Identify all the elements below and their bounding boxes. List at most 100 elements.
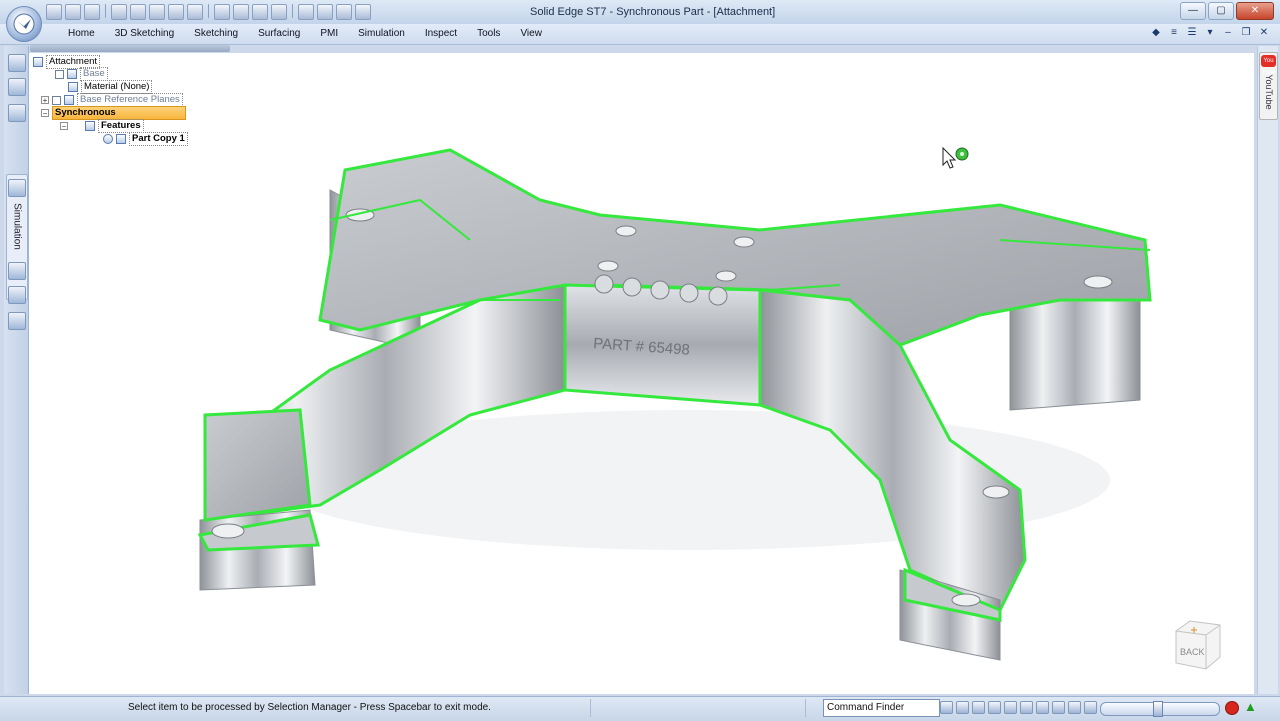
reference-planes-checkbox[interactable] — [52, 95, 61, 105]
tree-item-base[interactable]: Base — [55, 67, 108, 81]
status-divider — [590, 699, 806, 717]
tree-item-synchronous[interactable]: − Synchronous — [41, 106, 186, 120]
sketch-tool-icon[interactable] — [271, 4, 287, 20]
help-diamond-icon[interactable]: ◆ — [1150, 27, 1162, 39]
part-model[interactable]: PART # 65498 — [29, 53, 1254, 694]
tree-item-base-reference-planes[interactable]: + Base Reference Planes — [41, 93, 183, 107]
ribbon: Home 3D Sketching Sketching Surfacing PM… — [0, 24, 1280, 45]
right-tab-bar: You Tube YouTube — [1257, 46, 1278, 694]
doc-close-icon[interactable]: ✕ — [1258, 27, 1270, 39]
window-icon[interactable] — [214, 4, 230, 20]
tree-item-part-copy[interactable]: Part Copy 1 — [103, 132, 188, 146]
layout-icon[interactable]: ≡ — [1168, 27, 1180, 39]
views-icon[interactable] — [1052, 701, 1065, 714]
redo-dropdown-icon[interactable] — [187, 4, 203, 20]
tab-simulation[interactable]: Simulation — [348, 28, 415, 40]
ribbon-right-tools: ◆ ≡ ☰ ▾ – ❐ ✕ — [1150, 27, 1270, 39]
graphics-window[interactable]: PART # 65498 — [29, 53, 1254, 694]
undo-dropdown-icon[interactable] — [149, 4, 165, 20]
prompt-arrow-icon[interactable] — [940, 701, 953, 714]
view-cube[interactable]: BACK — [1170, 617, 1226, 671]
layers-icon[interactable] — [8, 78, 26, 96]
upload-arrow-icon[interactable]: ▲ — [1244, 700, 1257, 714]
zoom-icon[interactable] — [988, 701, 1001, 714]
zoom-area-icon[interactable] — [972, 701, 985, 714]
window-controls: — ▢ ✕ — [1180, 2, 1274, 20]
tree-item-features-label: Features — [98, 119, 144, 133]
pan-icon[interactable] — [1004, 701, 1017, 714]
styles-icon[interactable] — [1068, 701, 1081, 714]
title-bar: Solid Edge ST7 - Synchronous Part - [Att… — [0, 0, 1280, 25]
tab-tools[interactable]: Tools — [467, 28, 510, 40]
rotate-icon[interactable] — [1020, 701, 1033, 714]
open-folder-icon[interactable] — [84, 4, 100, 20]
ribbon-dropdown-icon[interactable]: ▾ — [1204, 27, 1216, 39]
window-title: Solid Edge ST7 - Synchronous Part - [Att… — [530, 6, 776, 18]
tab-3d-sketching[interactable]: 3D Sketching — [105, 28, 184, 40]
relate-icon[interactable] — [317, 4, 333, 20]
status-bar: Select item to be processed by Selection… — [0, 696, 1280, 721]
application-button[interactable] — [6, 6, 42, 42]
coordinate-system-icon — [67, 69, 77, 79]
reference-planes-icon — [64, 95, 74, 105]
pathfinder-icon[interactable] — [8, 54, 26, 72]
zoom-slider[interactable] — [1100, 701, 1220, 717]
save-icon[interactable] — [111, 4, 127, 20]
info-icon — [103, 134, 113, 144]
status-arrow-icon[interactable] — [4, 702, 18, 716]
family-of-parts-icon[interactable] — [8, 262, 26, 280]
zoom-slider-thumb[interactable] — [1153, 701, 1163, 717]
engineering-reference-icon[interactable] — [8, 312, 26, 330]
tab-inspect[interactable]: Inspect — [415, 28, 467, 40]
tree-item-material-label: Material (None) — [81, 80, 153, 94]
new-icon[interactable] — [46, 4, 62, 20]
quick-access-toolbar — [46, 4, 371, 20]
spin-about-icon[interactable] — [1036, 701, 1049, 714]
shading-icon[interactable] — [233, 4, 249, 20]
undo-icon[interactable] — [130, 4, 146, 20]
feature-library-icon[interactable] — [8, 104, 26, 122]
arrange-windows-icon[interactable]: ☰ — [1186, 27, 1198, 39]
part-document-icon — [33, 57, 43, 67]
part-copy-icon — [116, 134, 126, 144]
tab-pmi[interactable]: PMI — [310, 28, 348, 40]
open-icon[interactable] — [65, 4, 81, 20]
tab-home[interactable]: Home — [58, 28, 105, 40]
left-tab-bar: Simulation — [4, 46, 29, 694]
command-finder-input[interactable]: Command Finder — [823, 699, 940, 717]
close-button[interactable]: ✕ — [1236, 2, 1274, 20]
collapse-toggle[interactable]: − — [41, 109, 49, 118]
simulation-tab-label: Simulation — [11, 203, 23, 250]
select-tool-icon[interactable] — [252, 4, 268, 20]
sketch-view-icon[interactable] — [1084, 701, 1097, 714]
measure-icon[interactable] — [298, 4, 314, 20]
expand-toggle[interactable]: + — [41, 96, 49, 105]
collapse-toggle[interactable]: − — [60, 122, 68, 131]
tree-item-features[interactable]: − Features — [60, 119, 144, 133]
material-icon — [68, 82, 78, 92]
doc-restore-icon[interactable]: ❐ — [1240, 27, 1252, 39]
tab-surfacing[interactable]: Surfacing — [248, 28, 310, 40]
maximize-button[interactable]: ▢ — [1208, 2, 1234, 20]
redo-icon[interactable] — [168, 4, 184, 20]
base-checkbox[interactable] — [55, 69, 64, 79]
youtube-tab[interactable]: You Tube YouTube — [1259, 52, 1278, 120]
view-controls — [940, 701, 1097, 714]
ribbon-collapse-bar[interactable] — [30, 45, 230, 52]
tree-item-reference-planes-label: Base Reference Planes — [77, 93, 183, 107]
tab-view[interactable]: View — [510, 28, 552, 40]
tree-item-material[interactable]: Material (None) — [68, 80, 153, 94]
record-icon[interactable] — [1225, 701, 1239, 715]
tree-item-synchronous-label: Synchronous — [52, 106, 186, 120]
minimize-button[interactable]: — — [1180, 2, 1206, 20]
customize-qat-icon[interactable] — [355, 4, 371, 20]
tab-sketching[interactable]: Sketching — [184, 28, 248, 40]
inspect-icon[interactable] — [336, 4, 352, 20]
features-icon — [85, 121, 95, 131]
copy-parts-icon[interactable] — [8, 286, 26, 304]
selection-manager-cursor-icon — [942, 147, 969, 169]
simulation-tab[interactable]: Simulation — [6, 174, 28, 300]
ribbon-tabs: Home 3D Sketching Sketching Surfacing PM… — [58, 28, 552, 40]
fit-icon[interactable] — [956, 701, 969, 714]
doc-minimize-icon[interactable]: – — [1222, 27, 1234, 39]
